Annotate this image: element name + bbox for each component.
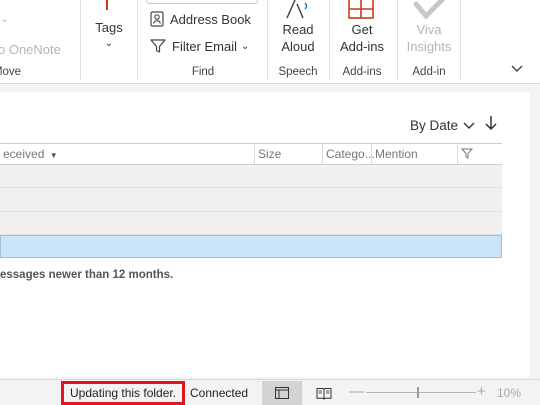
column-filter[interactable]	[458, 144, 502, 165]
move-group-label: Move	[0, 66, 22, 78]
column-mention[interactable]: Mention	[372, 144, 458, 165]
collapse-ribbon-icon[interactable]	[511, 65, 523, 73]
filter-email-label: Filter Email	[172, 38, 238, 54]
column-received-label: eceived	[3, 147, 45, 161]
tags-button[interactable]: Tags ⌄	[86, 0, 132, 64]
column-received[interactable]: eceived ▼	[0, 144, 255, 165]
column-category[interactable]: Catego...	[323, 144, 375, 165]
reading-view-icon	[316, 387, 332, 400]
normal-view-icon	[275, 387, 289, 399]
onenote-button[interactable]: o OneNote	[0, 42, 61, 57]
tags-label: Tags	[95, 20, 123, 35]
find-group-label: Find	[191, 66, 215, 78]
filter-icon	[150, 39, 166, 53]
read-aloud-label-2: Aloud	[281, 39, 315, 54]
table-row[interactable]	[0, 188, 502, 212]
reading-view-button[interactable]	[310, 381, 338, 405]
sort-direction-arrow-icon[interactable]	[484, 114, 498, 132]
flag-icon	[106, 0, 108, 10]
addins-grid-icon	[348, 0, 374, 19]
group-divider	[397, 0, 398, 80]
viva-label-1: Viva	[416, 22, 442, 37]
filter-email-button[interactable]: Filter Email ⌄	[150, 38, 249, 54]
zoom-slider-thumb[interactable]	[417, 387, 419, 398]
normal-view-button[interactable]	[262, 381, 302, 405]
filter-icon	[460, 148, 474, 159]
read-aloud-icon	[286, 0, 308, 19]
table-row[interactable]	[0, 165, 502, 189]
group-divider	[329, 0, 330, 80]
zoom-in-button[interactable]: +	[477, 383, 486, 400]
chevron-down-icon[interactable]: ⌄	[0, 12, 9, 25]
get-addins-label-1: Get	[351, 22, 373, 37]
address-book-button[interactable]: Address Book	[150, 11, 251, 27]
read-aloud-button[interactable]: Read Aloud	[274, 0, 322, 62]
viva-insights-icon	[413, 0, 445, 20]
zoom-level[interactable]: 10%	[497, 386, 521, 400]
viva-label-2: Insights	[406, 39, 452, 54]
sort-down-icon: ▼	[49, 151, 58, 160]
older-messages-notice: essages newer than 12 months.	[0, 269, 174, 281]
chevron-down-icon: ⌄	[104, 38, 114, 49]
address-book-label: Address Book	[170, 11, 251, 27]
group-divider	[267, 0, 268, 80]
addins-group-label: Add-ins	[342, 66, 382, 78]
group-divider	[137, 0, 138, 80]
column-header-row: eceived ▼ Size Catego... Mention	[0, 143, 502, 165]
get-addins-label-2: Add-ins	[339, 39, 385, 54]
chevron-down-icon	[463, 122, 475, 129]
updating-folder-status: Updating this folder.	[61, 381, 186, 405]
search-people-box[interactable]	[146, 0, 258, 4]
table-row-selected[interactable]	[0, 234, 502, 258]
message-rows	[0, 165, 502, 258]
table-row[interactable]	[0, 211, 502, 235]
ribbon: ⌄ o OneNote Move Tags ⌄ Address Book Fil…	[0, 0, 540, 84]
address-book-icon	[150, 11, 164, 27]
group-divider	[80, 0, 81, 80]
status-bar: Updating this folder. Connected — + 10%	[0, 379, 540, 405]
group-divider	[460, 0, 461, 80]
zoom-out-button[interactable]: —	[349, 383, 364, 400]
column-size[interactable]: Size	[255, 144, 323, 165]
chevron-down-icon: ⌄	[241, 40, 250, 52]
read-aloud-label-1: Read	[282, 22, 314, 37]
get-addins-button[interactable]: Get Add-ins	[334, 0, 390, 62]
connection-status: Connected	[190, 386, 249, 400]
sort-label: By Date	[410, 118, 459, 133]
viva-insights-button[interactable]: Viva Insights	[400, 0, 458, 62]
zoom-slider-track[interactable]	[366, 392, 476, 393]
sort-by-date-button[interactable]: By Date	[410, 118, 475, 133]
addin-group-label: Add-in	[412, 66, 446, 78]
speech-group-label: Speech	[278, 66, 318, 78]
